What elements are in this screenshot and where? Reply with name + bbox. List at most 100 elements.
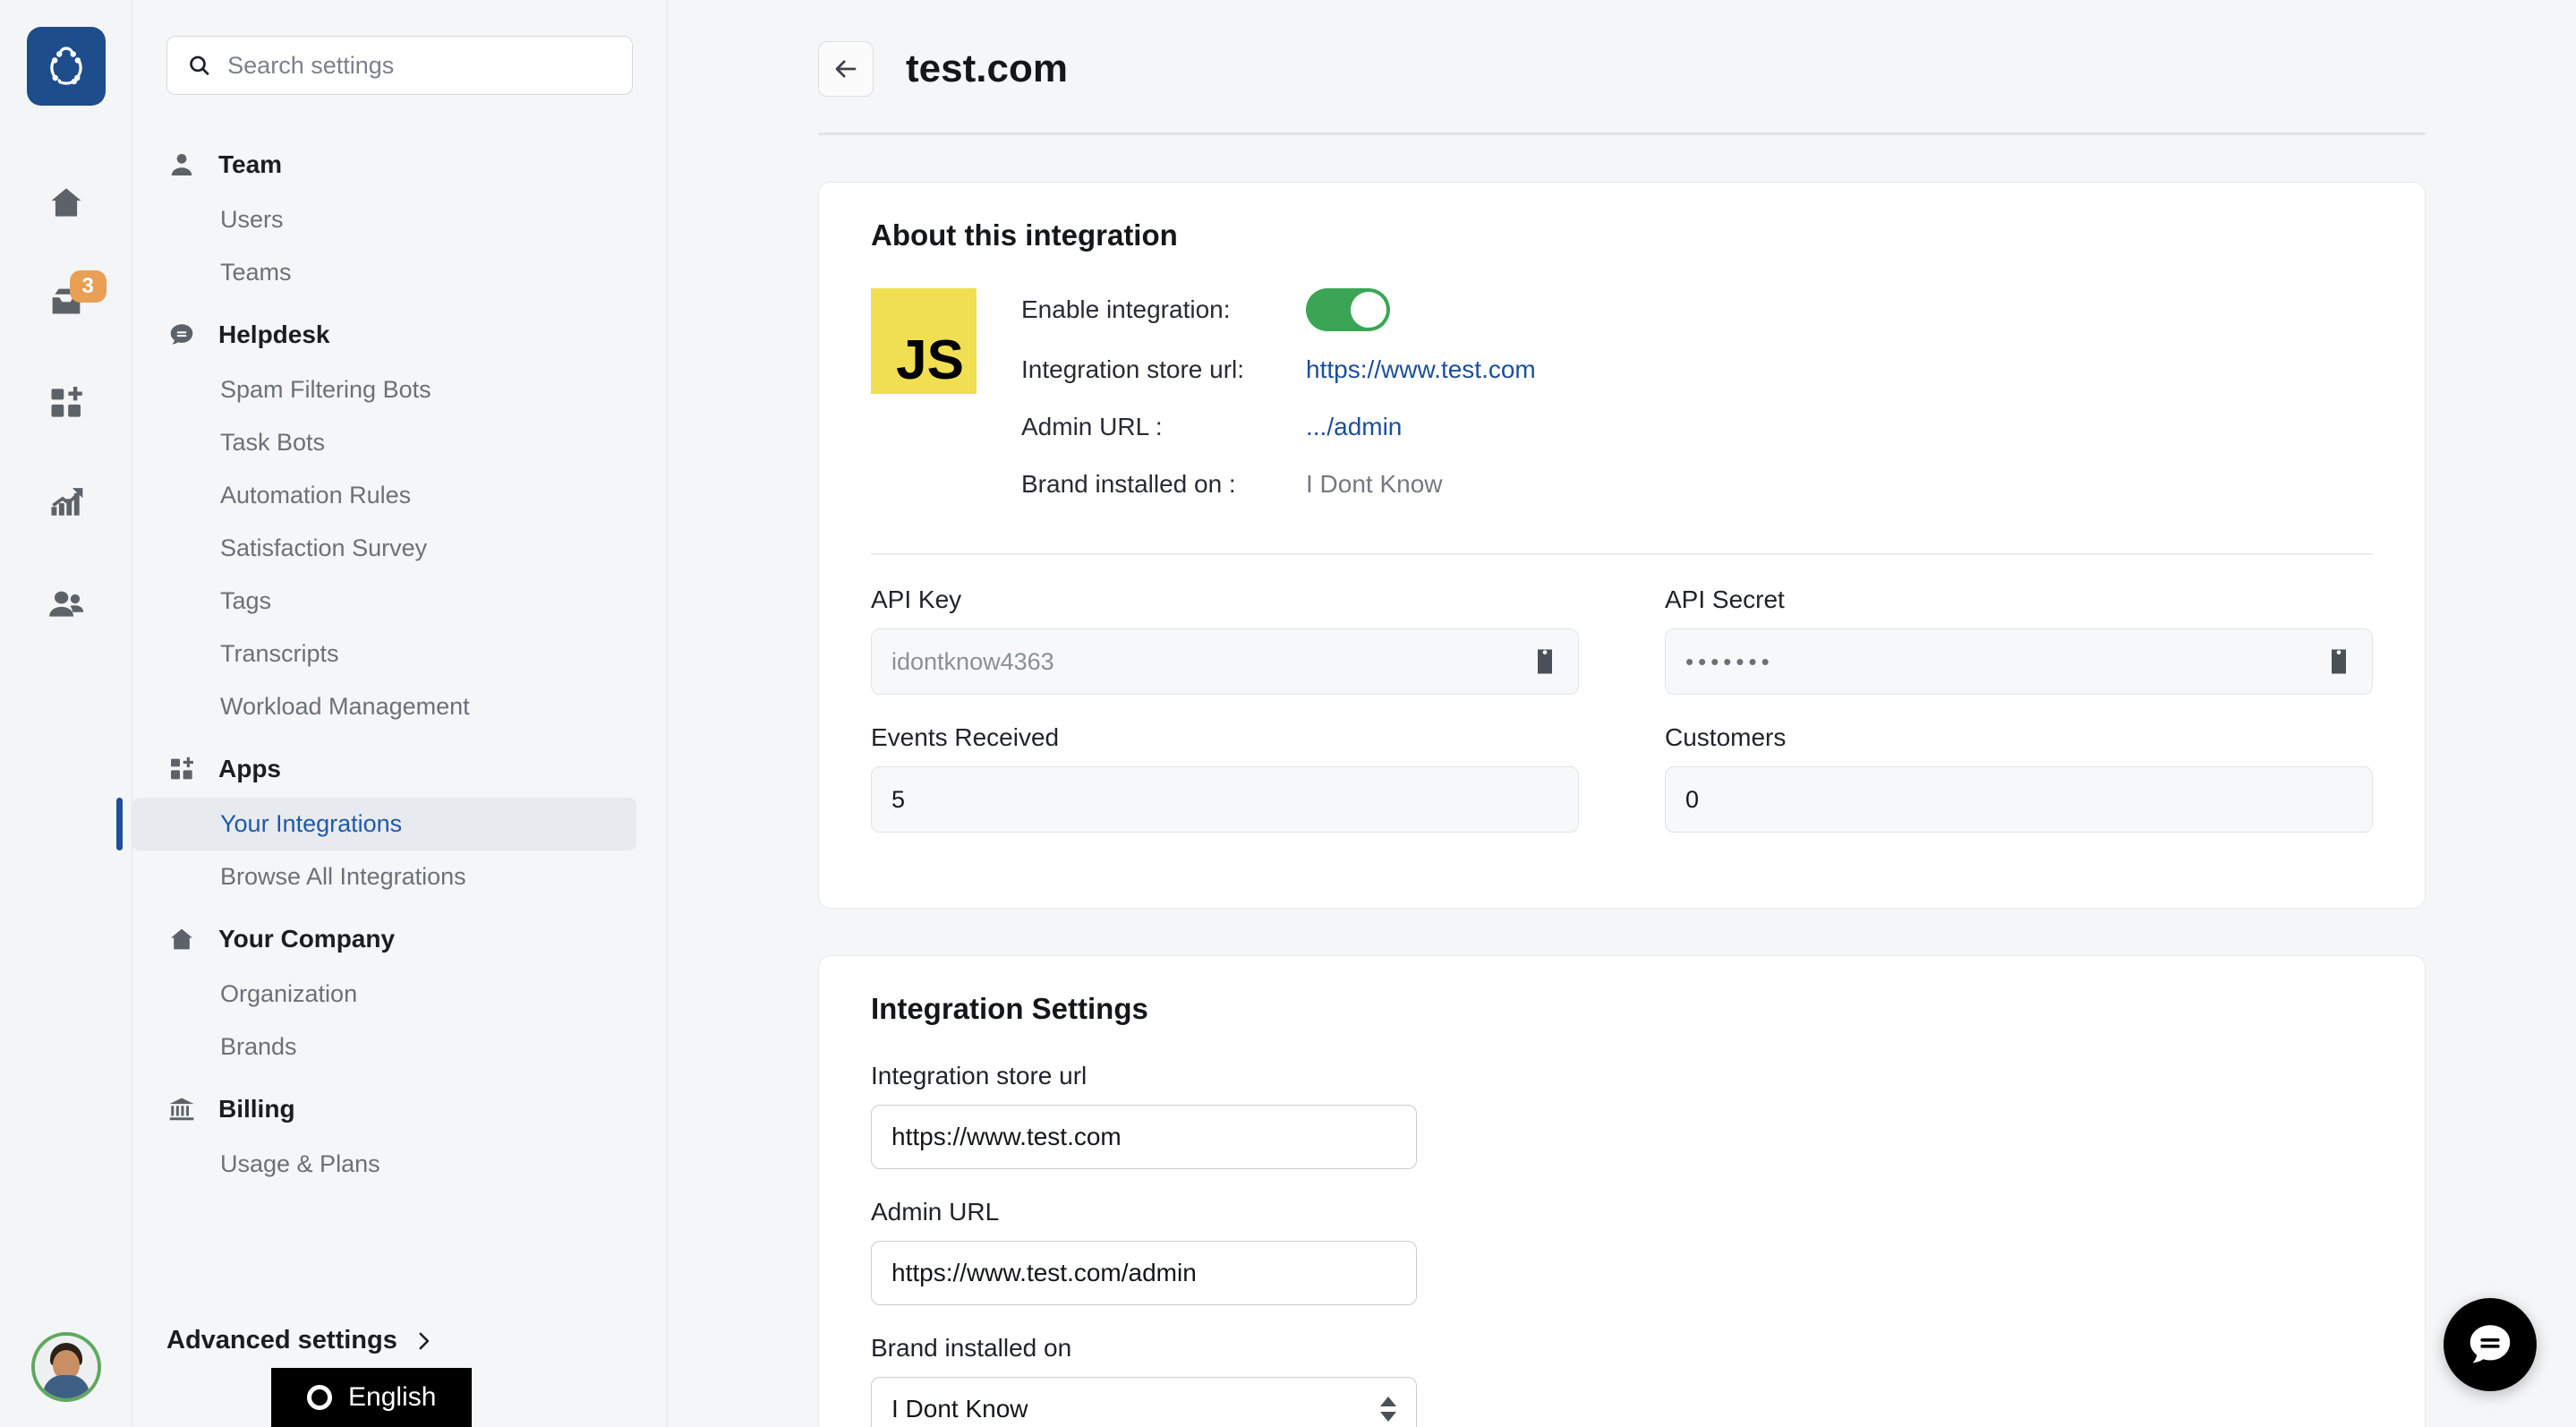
search-input[interactable] <box>227 51 612 80</box>
nav-group-label: Apps <box>218 755 281 782</box>
nav-group-label: Helpdesk <box>218 320 330 348</box>
store-url-link[interactable]: https://www.test.com <box>1306 355 1536 384</box>
customers-field: Customers 0 <box>1665 723 2373 861</box>
search-box[interactable] <box>166 36 633 95</box>
network-logo-icon <box>49 47 82 85</box>
nav-group-apps: Apps Your Integrations Browse All Integrat… <box>116 740 667 903</box>
sidebar-item-satisfaction-survey[interactable]: Satisfaction Survey <box>132 522 667 575</box>
integration-settings-title: Integration Settings <box>871 992 1148 1025</box>
store-url-label: Integration store url: <box>1021 355 1245 383</box>
integration-logo: JS <box>871 288 977 394</box>
clipboard-icon <box>1538 649 1552 674</box>
home-icon <box>166 925 197 953</box>
rail-inbox[interactable]: 3 <box>27 263 107 342</box>
api-secret-input[interactable]: ••••••• <box>1665 628 2373 695</box>
sidebar-item-teams[interactable]: Teams <box>132 246 667 299</box>
events-received-value: 5 <box>891 785 906 813</box>
nav-group-helpdesk: Helpdesk Spam Filtering Bots Task Bots Auto… <box>132 306 667 733</box>
sidebar-item-your-integrations[interactable]: Your Integrations <box>116 798 636 850</box>
api-key-placeholder: idontknow4363 <box>891 647 1054 675</box>
sidebar-item-tags[interactable]: Tags <box>132 575 667 628</box>
nav-group-header-helpdesk[interactable]: Helpdesk <box>132 306 667 363</box>
chat-bubble-icon <box>2469 1325 2511 1363</box>
enable-integration-label: Enable integration: <box>1021 295 1231 323</box>
advanced-settings-row[interactable]: Advanced settings <box>166 1326 435 1355</box>
brand-installed-value: I Dont Know <box>1306 470 1443 498</box>
sidebar-item-browse-all-integrations[interactable]: Browse All Integrations <box>132 850 667 903</box>
settings-nav: Team UsersTeams Helpdesk Spam Filtering Bot… <box>116 0 668 1427</box>
header-divider <box>818 132 2426 135</box>
enable-integration-toggle[interactable] <box>1306 288 1390 331</box>
integration-logo-text: JS <box>896 329 964 391</box>
apps-grid-plus-icon <box>51 387 82 417</box>
admin-url-input[interactable] <box>871 1241 1417 1305</box>
sidebar-item-usage-plans[interactable]: Usage & Plans <box>132 1138 667 1191</box>
brand-installed-selected-value: I Dont Know <box>891 1395 1028 1423</box>
about-row: JS Enable integration: Integration store… <box>871 288 2373 523</box>
icon-rail: 3 <box>0 0 132 1427</box>
events-received-field: Events Received 5 <box>871 723 1579 861</box>
sidebar-item-automation-rules[interactable]: Automation Rules <box>132 469 667 522</box>
page-title: test.com <box>906 47 1068 90</box>
clipboard-icon <box>2332 649 2346 674</box>
store-url-field-label: Integration store url <box>871 1062 1088 1089</box>
api-secret-label: API Secret <box>1665 585 1785 613</box>
arrow-left-icon <box>835 60 857 78</box>
admin-url-label: Admin URL : <box>1021 413 1163 440</box>
search-icon <box>190 56 209 76</box>
sidebar-item-users[interactable]: Users <box>132 193 667 246</box>
inbox-badge: 3 <box>69 270 107 303</box>
api-key-copy-button[interactable] <box>1531 647 1558 676</box>
brand-installed-field-label: Brand installed on <box>871 1334 1072 1362</box>
avatar[interactable] <box>30 1332 101 1402</box>
language-pill[interactable]: English <box>271 1368 473 1427</box>
sidebar-item-transcripts[interactable]: Transcripts <box>132 628 667 680</box>
brand-installed-label: Brand installed on : <box>1021 470 1236 498</box>
api-key-field: API Key idontknow4363 <box>871 585 1579 723</box>
stepper-arrows-icon <box>1380 1397 1396 1422</box>
store-url-input[interactable] <box>871 1105 1417 1169</box>
settings-page: 3 Search settings Team Users Teams Helpd… <box>0 0 2576 1427</box>
rail-contacts[interactable] <box>27 564 106 643</box>
nav-group-header-your-company[interactable]: Your Company <box>132 910 667 968</box>
about-integration-card: About this integration JS Enable integra… <box>818 182 2426 909</box>
sidebar-item-task-bots[interactable]: Task Bots <box>132 416 667 469</box>
sidebar-item-spam-filtering-bots[interactable]: Spam Filtering Bots <box>132 363 667 416</box>
about-card-title: About this integration <box>871 218 1178 252</box>
api-secret-copy-button[interactable] <box>2325 647 2352 676</box>
brand-logo[interactable] <box>26 27 106 106</box>
avatar-image <box>34 1336 98 1398</box>
nav-group-header-team[interactable]: Team <box>132 136 667 193</box>
api-key-input[interactable]: idontknow4363 <box>871 628 1579 695</box>
page-header: test.com <box>668 0 2576 97</box>
brand-installed-row: Brand installed on : I Dont Know <box>1021 466 2373 503</box>
rail-analytics[interactable] <box>27 464 106 543</box>
about-key-values: Enable integration: Integration store ur… <box>1021 288 2373 523</box>
language-ring-icon <box>307 1385 332 1410</box>
chat-launcher-button[interactable] <box>2444 1298 2537 1391</box>
rail-home[interactable] <box>27 163 106 242</box>
nav-group-header-apps[interactable]: Apps <box>132 740 667 798</box>
rail-apps[interactable] <box>27 363 106 442</box>
integration-settings-card: Integration Settings Integration store u… <box>818 955 2426 1427</box>
brand-installed-select[interactable]: I Dont Know <box>871 1377 1417 1427</box>
nav-group-label: Billing <box>218 1095 295 1123</box>
sidebar-item-workload-management[interactable]: Workload Management <box>132 680 667 733</box>
api-secret-field: API Secret ••••••• <box>1665 585 2373 723</box>
sidebar-item-brands[interactable]: Brands <box>132 1021 667 1073</box>
nav-group-billing: Billing Usage & Plans <box>132 1081 667 1191</box>
admin-url-field-label: Admin URL <box>871 1198 1000 1226</box>
sidebar-item-organization[interactable]: Organization <box>132 968 667 1021</box>
back-button[interactable] <box>818 41 874 97</box>
admin-url-link[interactable]: .../admin <box>1306 413 1402 441</box>
customers-label: Customers <box>1665 723 1787 751</box>
home-icon <box>51 188 81 217</box>
api-secret-value: ••••••• <box>1685 647 1774 675</box>
nav-group-header-billing[interactable]: Billing <box>132 1081 667 1138</box>
credentials-grid: API Key idontknow4363 API Secret •••••••… <box>871 585 2373 861</box>
enable-integration-row: Enable integration: <box>1021 288 2373 331</box>
person-icon <box>166 150 197 179</box>
nav-groups: Team Users Teams Helpdesk Spam Filtering Bot… <box>116 136 667 1191</box>
nav-group-your-company: Your Company Organization Brands <box>132 910 667 1073</box>
events-received-value-box: 5 <box>871 766 1579 833</box>
